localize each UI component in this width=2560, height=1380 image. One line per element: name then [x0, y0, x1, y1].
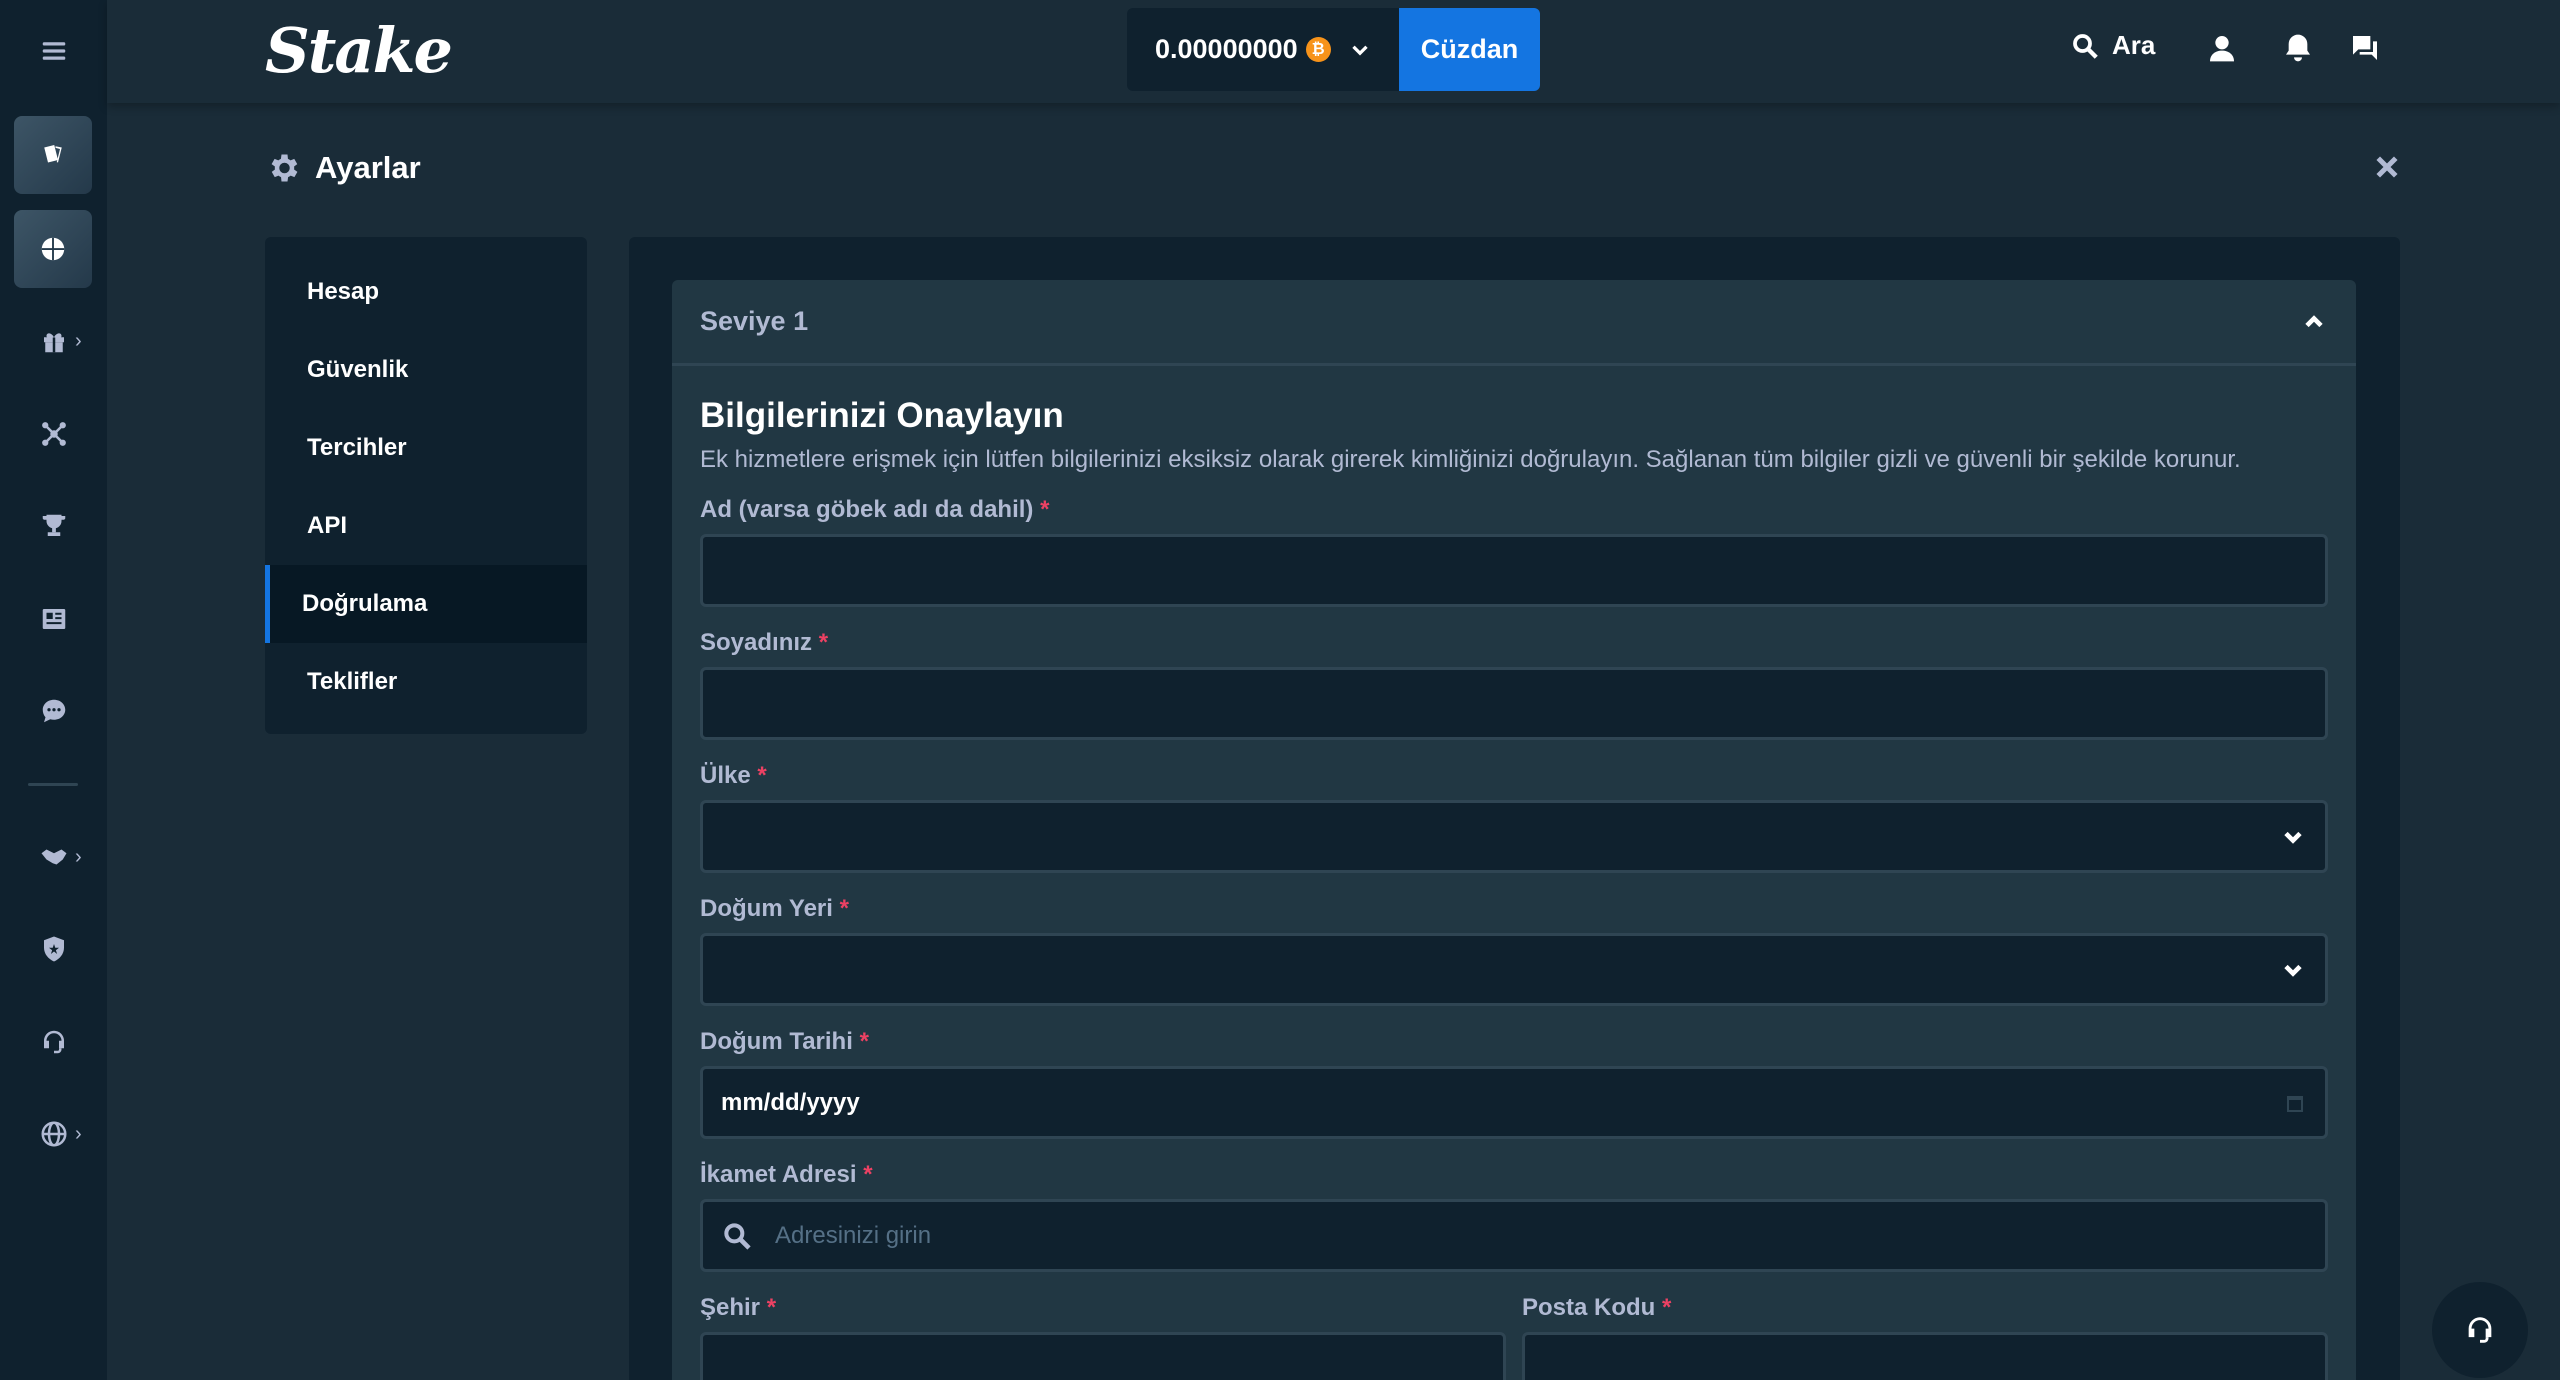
trophy-icon: [42, 514, 65, 536]
address-input[interactable]: Adresinizi girin: [700, 1199, 2328, 1272]
birth-date-value: mm/dd/yyyy: [721, 1088, 860, 1116]
level-label: Seviye 1: [700, 306, 809, 336]
menu-item-preferences[interactable]: Tercihler: [265, 409, 587, 487]
balance-selector[interactable]: 0.00000000 ₿: [1127, 8, 1399, 91]
chevron-down-icon: [2284, 964, 2302, 977]
chevron-down-icon: [2284, 831, 2302, 844]
responsible-gambling-button[interactable]: [0, 928, 107, 970]
last-name-label: Soyadınız *: [700, 629, 829, 656]
postal-code-input[interactable]: [1522, 1332, 2328, 1380]
menu-item-security[interactable]: Güvenlik: [265, 331, 587, 409]
headset-icon: [43, 1030, 64, 1054]
headset-icon: [2468, 1317, 2492, 1343]
city-label: Şehir *: [700, 1294, 777, 1321]
wallet-button[interactable]: Cüzdan: [1399, 8, 1540, 91]
newspaper-icon: [42, 609, 65, 629]
search-icon: [2073, 33, 2098, 59]
affiliate-button[interactable]: [0, 413, 107, 455]
stake-logo[interactable]: Stake: [265, 14, 453, 87]
settings-header: Ayarlar: [265, 150, 421, 186]
bitcoin-icon: ₿: [1305, 37, 1331, 62]
country-label: Ülke *: [700, 762, 767, 789]
chat-bubble-icon: [42, 699, 65, 723]
menu-item-api[interactable]: API: [265, 487, 587, 565]
blog-button[interactable]: [0, 598, 107, 640]
support-chat-button[interactable]: [2432, 1282, 2528, 1378]
forum-button[interactable]: [0, 690, 107, 732]
sports-tile-button[interactable]: [14, 210, 92, 288]
last-name-input[interactable]: [700, 667, 2328, 740]
vip-club-button[interactable]: [0, 505, 107, 547]
birth-date-label: Doğum Tarihi *: [700, 1028, 869, 1055]
country-select[interactable]: [700, 800, 2328, 873]
address-placeholder: Adresinizi girin: [775, 1221, 932, 1249]
menu-item-verification[interactable]: Doğrulama: [265, 565, 587, 643]
chevron-down-icon: [1352, 45, 1368, 56]
search-button[interactable]: Ara: [2070, 30, 2155, 61]
birth-place-select[interactable]: [700, 933, 2328, 1006]
first-name-input[interactable]: [700, 534, 2328, 607]
top-header: Stake 0.00000000 ₿ Cüzdan Ara: [107, 0, 2560, 103]
notifications-button[interactable]: [2282, 32, 2314, 64]
promotions-button[interactable]: ›: [0, 320, 107, 362]
city-input[interactable]: [700, 1332, 1506, 1380]
close-icon: [2376, 156, 2398, 178]
search-label: Ara: [2112, 30, 2156, 60]
shield-icon: [43, 936, 64, 962]
network-icon: [41, 422, 66, 446]
chevron-right-icon: ›: [75, 1122, 82, 1145]
menu-item-offers[interactable]: Teklifler: [265, 643, 587, 721]
chat-button[interactable]: [2349, 32, 2381, 64]
birth-date-input[interactable]: mm/dd/yyyy: [700, 1066, 2328, 1139]
globe-icon: [41, 1121, 66, 1147]
chevron-up-icon: [2305, 314, 2323, 327]
language-button[interactable]: ›: [0, 1113, 107, 1155]
balance-amount: 0.00000000: [1155, 34, 1298, 64]
address-label: İkamet Adresi *: [700, 1161, 873, 1188]
handshake-icon: [41, 849, 66, 865]
profile-button[interactable]: [2206, 32, 2238, 64]
chat-icon: [2353, 36, 2377, 60]
bell-icon: [2286, 34, 2310, 62]
basketball-icon: [41, 237, 65, 261]
gift-icon: [43, 333, 64, 353]
live-support-button[interactable]: [0, 1021, 107, 1063]
hamburger-icon: [42, 42, 65, 60]
menu-item-account[interactable]: Hesap: [265, 253, 587, 331]
calendar-icon[interactable]: [2283, 1091, 2307, 1115]
birth-place-label: Doğum Yeri *: [700, 895, 849, 922]
postal-code-label: Posta Kodu *: [1522, 1294, 1672, 1321]
user-icon: [2210, 36, 2234, 62]
gear-icon: [271, 154, 298, 182]
chevron-right-icon: ›: [75, 845, 82, 868]
form-title: Bilgilerinizi Onaylayın: [700, 396, 1064, 435]
close-button[interactable]: [2372, 152, 2402, 182]
settings-menu: Hesap Güvenlik Tercihler API Doğrulama T…: [265, 237, 587, 734]
search-icon: [724, 1222, 751, 1250]
first-name-label: Ad (varsa göbek adı da dahil) *: [700, 496, 1050, 523]
sponsorships-button[interactable]: ›: [0, 836, 107, 878]
left-rail: › › ›: [0, 0, 107, 1380]
rail-divider: [28, 783, 78, 786]
cards-icon: [44, 145, 62, 163]
chevron-right-icon: ›: [75, 329, 82, 352]
level-header[interactable]: Seviye 1: [672, 280, 2356, 366]
form-description: Ek hizmetlere erişmek için lütfen bilgil…: [700, 446, 2241, 473]
verification-form: Bilgilerinizi Onaylayın Ek hizmetlere er…: [672, 366, 2356, 1380]
verification-level-card: Seviye 1 Bilgilerinizi Onaylayın Ek hizm…: [672, 280, 2356, 1380]
city-postal-row: Şehir * Posta Kodu *: [700, 1272, 2328, 1380]
page-title: Ayarlar: [315, 150, 421, 185]
menu-toggle-button[interactable]: [0, 24, 107, 78]
settings-content: Seviye 1 Bilgilerinizi Onaylayın Ek hizm…: [629, 237, 2400, 1380]
casino-tile-button[interactable]: [14, 116, 92, 194]
